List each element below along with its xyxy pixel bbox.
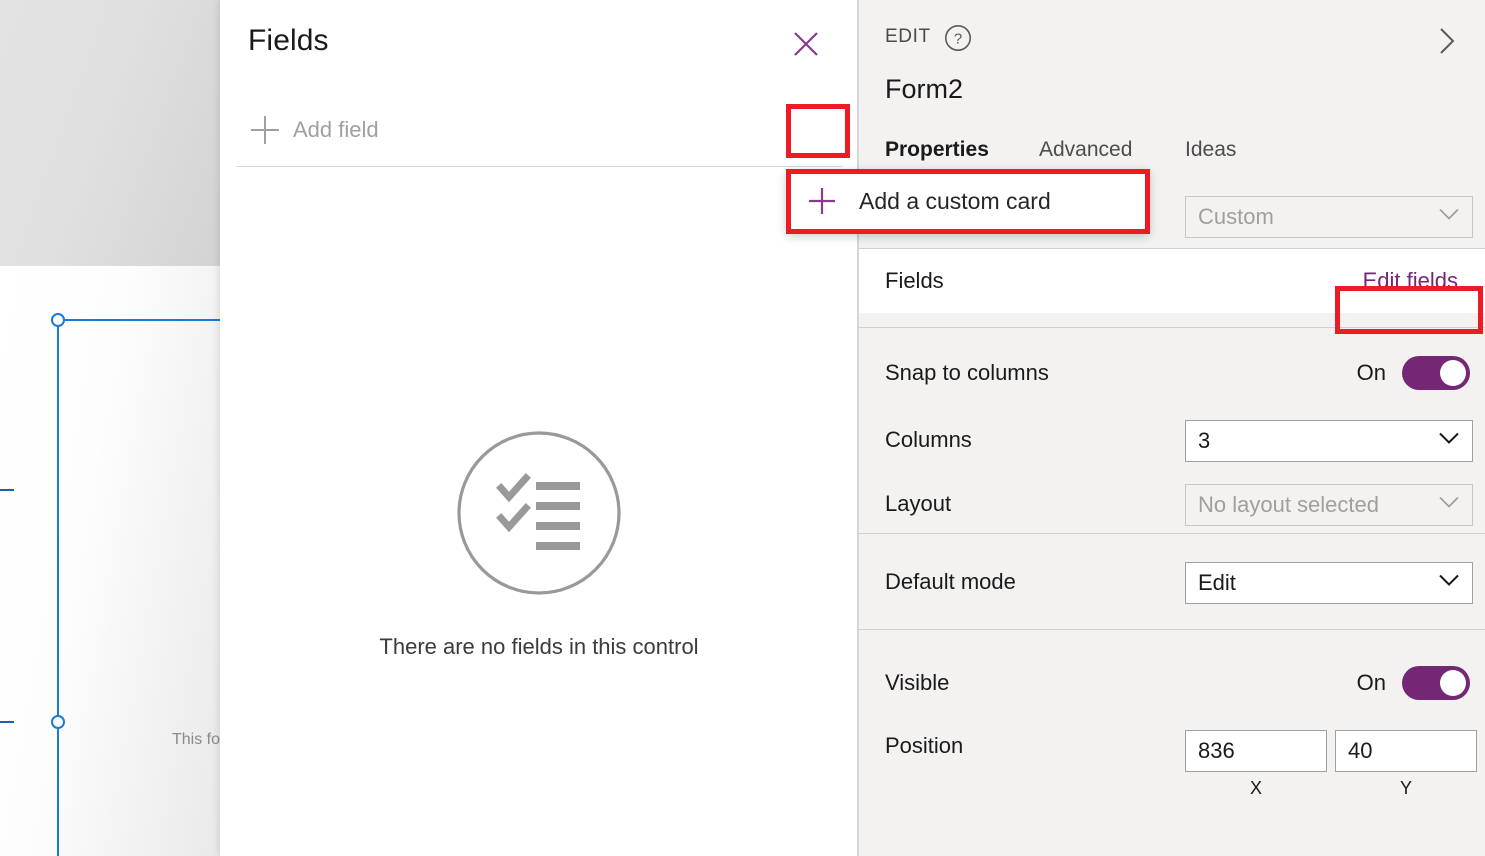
empty-state: There are no fields in this control bbox=[220, 430, 858, 660]
default-mode-value: Edit bbox=[1198, 570, 1236, 595]
position-y-value: 40 bbox=[1348, 738, 1373, 763]
selection-edge-left bbox=[57, 319, 59, 856]
empty-state-text: There are no fields in this control bbox=[379, 634, 699, 659]
toggle-knob bbox=[1440, 670, 1466, 696]
snap-to-columns-state: On bbox=[1356, 360, 1386, 385]
snap-to-columns-toggle[interactable] bbox=[1402, 356, 1470, 390]
control-name: Form2 bbox=[885, 74, 964, 104]
position-x-value: 836 bbox=[1198, 738, 1235, 763]
properties-panel: EDIT ? Form2 Properties Advanced Ideas C… bbox=[858, 0, 1485, 856]
row-columns: Columns 3 bbox=[859, 408, 1485, 472]
columns-label: Columns bbox=[885, 427, 972, 452]
tab-advanced[interactable]: Advanced bbox=[1039, 138, 1132, 162]
row-position: Position 836 40 X Y bbox=[859, 718, 1485, 802]
close-icon[interactable] bbox=[784, 22, 828, 66]
position-y-axis-label: Y bbox=[1399, 778, 1412, 798]
position-x-input[interactable]: 836 bbox=[1185, 730, 1327, 772]
form-placeholder-text: This fo bbox=[172, 731, 220, 748]
fields-panel-divider bbox=[236, 166, 842, 167]
data-source-value: Custom bbox=[1198, 204, 1274, 229]
selection-tick-middle-left bbox=[0, 489, 14, 491]
fields-label: Fields bbox=[885, 268, 944, 293]
columns-value: 3 bbox=[1198, 428, 1211, 453]
add-field-label: Add field bbox=[293, 117, 379, 142]
selection-handle-middle-left[interactable] bbox=[51, 715, 65, 729]
data-source-select[interactable]: Custom bbox=[1185, 196, 1473, 238]
section-fields: Fields Edit fields bbox=[859, 248, 1485, 313]
fields-action-container: Edit fields bbox=[1363, 249, 1472, 313]
edit-fields-link[interactable]: Edit fields bbox=[1363, 268, 1458, 294]
layout-label: Layout bbox=[885, 491, 952, 516]
fields-panel-header: Fields bbox=[220, 0, 858, 86]
properties-panel-header: EDIT ? Form2 bbox=[859, 0, 1485, 136]
chevron-right-icon[interactable] bbox=[1426, 20, 1468, 62]
row-layout: Layout No layout selected bbox=[859, 472, 1485, 536]
visible-label: Visible bbox=[885, 670, 950, 695]
properties-rows: Data source Custom Fields bbox=[859, 184, 1485, 809]
layout-value: No layout selected bbox=[1198, 492, 1379, 517]
canvas-screen[interactable] bbox=[0, 266, 220, 856]
checklist-circle-icon bbox=[456, 430, 622, 596]
page-title: Fields bbox=[248, 24, 329, 57]
visible-toggle[interactable] bbox=[1402, 666, 1470, 700]
snap-to-columns-control: On bbox=[1357, 338, 1470, 408]
edit-eyebrow-label: EDIT bbox=[885, 26, 931, 47]
default-mode-select[interactable]: Edit bbox=[1185, 562, 1473, 604]
chevron-down-icon bbox=[1438, 496, 1460, 515]
row-visible: Visible On bbox=[859, 648, 1485, 718]
row-snap-to-columns: Snap to columns On bbox=[859, 338, 1485, 408]
plus-icon bbox=[805, 184, 839, 218]
row-default-mode: Default mode Edit bbox=[859, 550, 1485, 614]
position-y-input[interactable]: 40 bbox=[1335, 730, 1477, 772]
section-visible-position: Visible On Position 836 40 X Y bbox=[859, 629, 1485, 809]
fields-panel: Fields Add field ... bbox=[220, 0, 1068, 856]
chevron-down-icon bbox=[1438, 432, 1460, 451]
snap-to-columns-label: Snap to columns bbox=[885, 360, 1049, 385]
selection-handle-top-left[interactable] bbox=[51, 313, 65, 327]
row-fields[interactable]: Fields Edit fields bbox=[859, 249, 1485, 313]
add-custom-card-menu: Add a custom card bbox=[787, 169, 1149, 233]
tab-ideas[interactable]: Ideas bbox=[1185, 138, 1236, 162]
chevron-down-icon bbox=[1438, 574, 1460, 593]
section-layout: Snap to columns On Columns 3 Layout No l… bbox=[859, 327, 1485, 533]
chevron-down-icon bbox=[1438, 208, 1460, 227]
default-mode-label: Default mode bbox=[885, 569, 1016, 594]
svg-text:?: ? bbox=[954, 31, 962, 48]
position-label: Position bbox=[885, 733, 964, 758]
tab-properties[interactable]: Properties bbox=[885, 138, 989, 162]
position-x-axis-label: X bbox=[1249, 778, 1262, 798]
columns-select[interactable]: 3 bbox=[1185, 420, 1473, 462]
plus-icon bbox=[248, 113, 282, 147]
layout-select[interactable]: No layout selected bbox=[1185, 484, 1473, 526]
selection-edge-top bbox=[57, 319, 220, 321]
help-circle-icon[interactable]: ? bbox=[944, 24, 972, 52]
visible-control: On bbox=[1357, 648, 1470, 718]
toggle-knob bbox=[1440, 360, 1466, 386]
canvas-background bbox=[0, 0, 220, 266]
section-default-mode: Default mode Edit bbox=[859, 533, 1485, 629]
selection-tick-lower-left bbox=[0, 721, 14, 723]
app-canvas[interactable]: This fo bbox=[0, 0, 220, 856]
visible-state: On bbox=[1356, 670, 1386, 695]
add-field-row[interactable]: Add field bbox=[220, 96, 858, 164]
menu-item-add-custom-card[interactable]: Add a custom card bbox=[859, 188, 1051, 215]
